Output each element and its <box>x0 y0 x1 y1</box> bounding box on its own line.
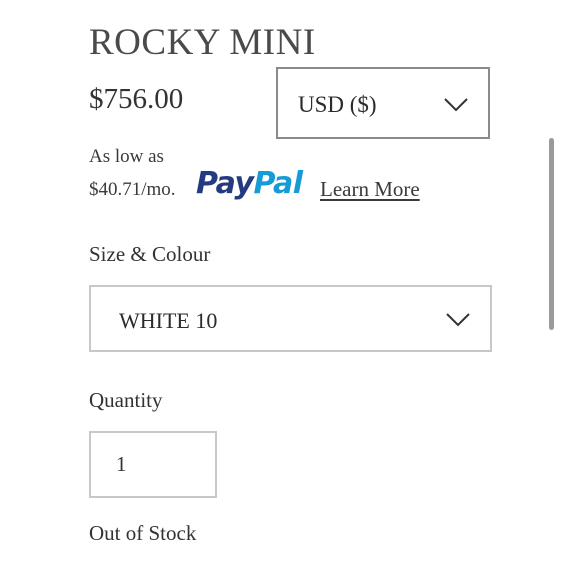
paypal-logo: PayPal <box>196 169 303 199</box>
paypal-financing-text: As low as <box>89 146 164 167</box>
currency-select[interactable]: USD ($) <box>276 67 490 139</box>
product-price: $756.00 <box>89 83 184 115</box>
size-colour-label: Size & Colour <box>89 242 211 266</box>
paypal-logo-pal: Pal <box>253 166 303 201</box>
chevron-down-icon <box>446 313 470 327</box>
size-colour-select[interactable]: WHITE 10 <box>89 285 492 352</box>
paypal-monthly-price: $40.71/mo. <box>89 179 176 200</box>
scrollbar-thumb[interactable] <box>549 138 554 330</box>
size-colour-select-value: WHITE 10 <box>119 308 218 333</box>
paypal-logo-pay: Pay <box>196 166 254 201</box>
quantity-label: Quantity <box>89 388 163 412</box>
product-title: ROCKY MINI <box>89 22 316 63</box>
chevron-down-icon <box>444 98 468 112</box>
learn-more-link[interactable]: Learn More <box>320 179 420 200</box>
stock-status: Out of Stock <box>89 521 197 545</box>
quantity-input[interactable] <box>89 431 217 498</box>
currency-select-value: USD ($) <box>298 92 377 117</box>
